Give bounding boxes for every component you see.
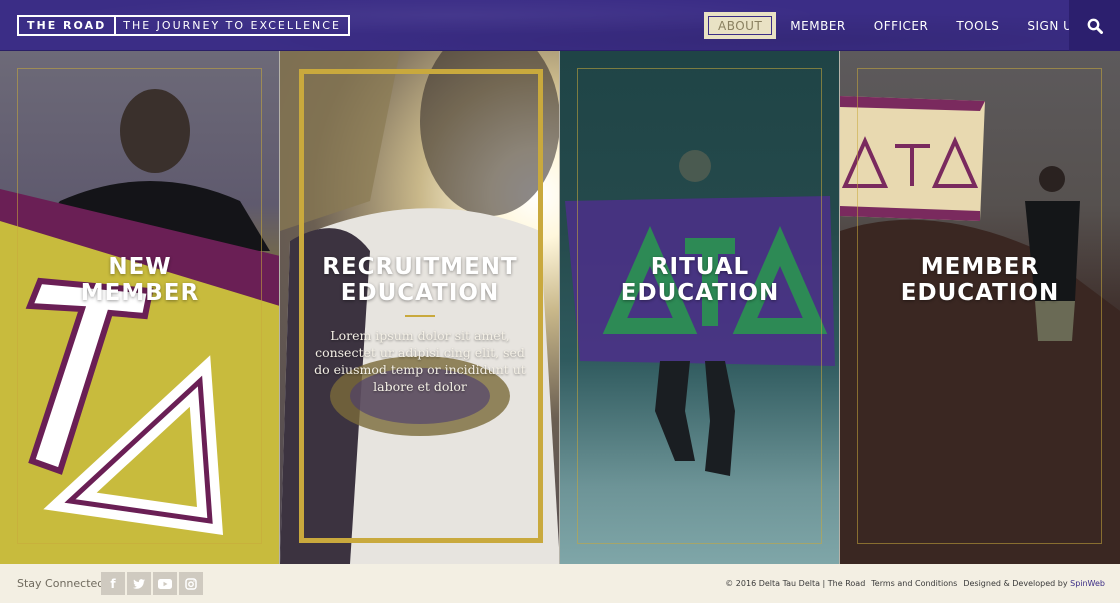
panel-ritual-education[interactable]: RITUAL EDUCATION	[560, 51, 840, 564]
footer-legal: © 2016 Delta Tau Delta | The Road Terms …	[725, 579, 1105, 588]
panel-frame	[857, 68, 1102, 544]
panel-title: NEW MEMBER	[0, 254, 279, 306]
credits: Designed & Developed by SpinWeb	[963, 579, 1105, 588]
nav-item-about[interactable]: ABOUT	[704, 12, 777, 39]
instagram-button[interactable]	[179, 572, 203, 595]
panel-title: MEMBER EDUCATION	[840, 254, 1120, 306]
panel-title-line1: MEMBER	[920, 254, 1040, 280]
panel-frame	[17, 68, 262, 544]
twitter-button[interactable]	[127, 572, 151, 595]
panel-title-line2: MEMBER	[80, 280, 200, 306]
panel-frame	[577, 68, 822, 544]
panel-title-line1: RECRUITMENT	[322, 254, 518, 280]
panel-member-education[interactable]: MEMBER EDUCATION	[840, 51, 1120, 564]
education-panels: NEW MEMBER RECRUITMENT EDUCATION Lorem i…	[0, 51, 1120, 564]
site-logo[interactable]: THE ROAD THE JOURNEY TO EXCELLENCE	[17, 15, 350, 36]
nav-item-member[interactable]: MEMBER	[776, 12, 859, 39]
developer-link[interactable]: SpinWeb	[1070, 579, 1105, 588]
panel-title-line2: EDUCATION	[900, 280, 1060, 306]
youtube-icon	[158, 578, 172, 589]
nav-item-tools[interactable]: TOOLS	[942, 12, 1013, 39]
social-links: f	[101, 572, 203, 595]
panel-title: RITUAL EDUCATION	[560, 254, 839, 306]
facebook-button[interactable]: f	[101, 572, 125, 595]
panel-description: Lorem ipsum dolor sit amet, consectet ur…	[314, 328, 526, 394]
site-footer: Stay Connected f © 2016 Delta Tau Delta …	[0, 564, 1120, 603]
logo-tagline: THE JOURNEY TO EXCELLENCE	[123, 19, 341, 32]
panel-title-line2: EDUCATION	[340, 280, 500, 306]
instagram-icon	[185, 577, 197, 590]
main-nav: ABOUT MEMBER OFFICER TOOLS SIGN UP	[704, 12, 1094, 39]
stay-connected-label: Stay Connected	[17, 577, 105, 590]
panel-recruitment-education[interactable]: RECRUITMENT EDUCATION Lorem ipsum dolor …	[280, 51, 560, 564]
twitter-icon	[133, 578, 145, 589]
panel-title-line1: NEW	[108, 254, 172, 280]
site-header: THE ROAD THE JOURNEY TO EXCELLENCE ABOUT…	[0, 0, 1120, 51]
youtube-button[interactable]	[153, 572, 177, 595]
search-icon	[1087, 18, 1103, 34]
title-underline	[405, 315, 435, 317]
copyright-text: © 2016 Delta Tau Delta | The Road	[725, 579, 866, 588]
credits-text: Designed & Developed by	[963, 579, 1068, 588]
panel-new-member[interactable]: NEW MEMBER	[0, 51, 280, 564]
logo-main-text: THE ROAD	[19, 17, 117, 34]
panel-title-line1: RITUAL	[650, 254, 750, 280]
panel-title-line2: EDUCATION	[620, 280, 780, 306]
panel-frame-highlight	[299, 69, 543, 543]
panel-title: RECRUITMENT EDUCATION	[280, 254, 559, 306]
search-button[interactable]	[1069, 0, 1120, 51]
facebook-icon: f	[110, 576, 116, 591]
nav-item-officer[interactable]: OFFICER	[860, 12, 943, 39]
terms-link[interactable]: Terms and Conditions	[871, 579, 957, 588]
